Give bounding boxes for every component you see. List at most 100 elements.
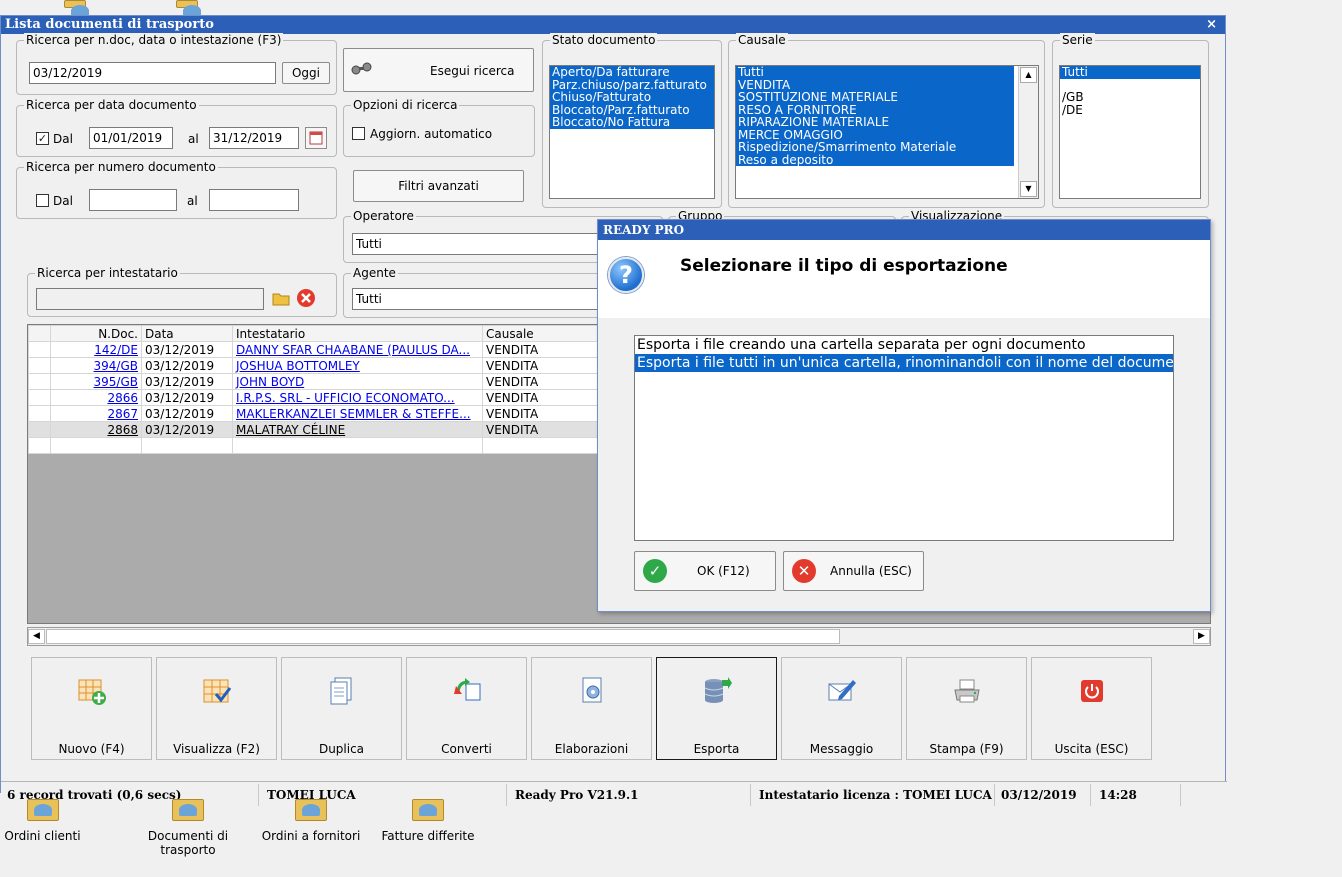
- intestatario-link[interactable]: JOSHUA BOTTOMLEY: [236, 359, 360, 373]
- col-header-data[interactable]: Data: [141, 325, 233, 342]
- row-selector[interactable]: [28, 357, 51, 374]
- number-enable-checkbox[interactable]: [36, 194, 49, 207]
- calendar-icon[interactable]: [305, 127, 327, 149]
- export-options-list-inner[interactable]: Esporta i file creando una cartella sepa…: [634, 335, 1174, 541]
- list-item[interactable]: SOSTITUZIONE MATERIALE: [736, 91, 1014, 104]
- duplicate-button-label: Duplica: [318, 742, 365, 756]
- date-to-input[interactable]: [209, 127, 299, 149]
- ndoc-link[interactable]: 2868: [107, 423, 138, 437]
- date-search-legend: Ricerca per data documento: [24, 98, 199, 112]
- ok-button[interactable]: ✓ OK (F12): [634, 551, 776, 591]
- message-pen-icon: [827, 676, 857, 706]
- holder-search-input[interactable]: [36, 288, 264, 310]
- duplicate-button[interactable]: Duplica: [281, 657, 402, 760]
- scroll-down-icon[interactable]: ▼: [1020, 181, 1037, 197]
- row-selector[interactable]: [28, 421, 51, 438]
- number-to-input[interactable]: [209, 189, 299, 211]
- table-row[interactable]: 394/GB 03/12/2019 JOSHUA BOTTOMLEY VENDI…: [28, 357, 605, 374]
- processing-button[interactable]: Elaborazioni: [531, 657, 652, 760]
- table-row[interactable]: 142/DE 03/12/2019 DANNY SFAR CHAABANE (P…: [28, 341, 605, 358]
- col-header-ndoc[interactable]: N.Doc.: [50, 325, 142, 342]
- horizontal-scrollbar[interactable]: ◀ ▶: [27, 627, 1211, 646]
- ndoc-link[interactable]: 2867: [107, 407, 138, 421]
- processing-button-label: Elaborazioni: [554, 742, 629, 756]
- list-item[interactable]: /DE: [1060, 103, 1200, 117]
- exit-button[interactable]: Uscita (ESC): [1031, 657, 1152, 760]
- list-item[interactable]: /GB: [1060, 91, 1200, 104]
- list-item[interactable]: Chiuso/Fatturato: [550, 91, 714, 104]
- date-from-input[interactable]: [89, 127, 173, 149]
- run-search-label: Esegui ricerca: [430, 64, 515, 78]
- desktop-icon-transport-docs[interactable]: Documenti di trasporto: [140, 799, 236, 857]
- list-item[interactable]: Aperto/Da fatturare: [550, 66, 714, 79]
- table-row[interactable]: 2868 03/12/2019 MALATRAY CÉLINE VENDITA: [28, 421, 605, 438]
- number-from-input[interactable]: [89, 189, 177, 211]
- scroll-left-icon[interactable]: ◀: [28, 629, 45, 644]
- table-row[interactable]: 395/GB 03/12/2019 JOHN BOYD VENDITA: [28, 373, 605, 390]
- list-item[interactable]: Tutti: [1060, 66, 1200, 79]
- new-button[interactable]: Nuovo (F4): [31, 657, 152, 760]
- document-gear-icon: [577, 676, 607, 706]
- date-enable-checkbox[interactable]: ✓: [36, 132, 49, 145]
- list-item[interactable]: RIPARAZIONE MATERIALE: [736, 116, 1014, 129]
- desktop-icon-label: Documenti di trasporto: [147, 829, 229, 857]
- list-item[interactable]: Reso a deposito: [736, 153, 1014, 166]
- causale-scrollbar[interactable]: ▲ ▼: [1018, 66, 1038, 198]
- export-button[interactable]: Esporta: [656, 657, 777, 760]
- status-doc-list[interactable]: Aperto/Da fatturare Parz.chiuso/parz.fat…: [549, 65, 715, 199]
- table-row[interactable]: 2867 03/12/2019 MAKLERKANZLEI SEMMLER & …: [28, 405, 605, 422]
- auto-update-checkbox[interactable]: [352, 127, 365, 140]
- scroll-right-icon[interactable]: ▶: [1193, 629, 1210, 644]
- desktop-icon-deferred-invoices[interactable]: Fatture differite: [370, 799, 486, 843]
- table-row[interactable]: 2866 03/12/2019 I.R.P.S. SRL - UFFICIO E…: [28, 389, 605, 406]
- dialog-header: ? Selezionare il tipo di esportazione: [598, 240, 1210, 318]
- convert-button[interactable]: Converti: [406, 657, 527, 760]
- message-button[interactable]: Messaggio: [781, 657, 902, 760]
- row-selector[interactable]: [28, 389, 51, 406]
- print-button[interactable]: Stampa (F9): [906, 657, 1027, 760]
- col-header-causale[interactable]: Causale: [482, 325, 605, 342]
- table-header-row: N.Doc. Data Intestatario Causale: [28, 325, 605, 342]
- close-icon[interactable]: ×: [1206, 16, 1217, 34]
- intestatario-link[interactable]: I.R.P.S. SRL - UFFICIO ECONOMATO...: [236, 391, 455, 405]
- ok-button-label: OK (F12): [697, 564, 750, 578]
- clear-icon[interactable]: [295, 287, 317, 309]
- list-item[interactable]: Bloccato/No Fattura: [550, 116, 714, 129]
- intestatario-link[interactable]: DANNY SFAR CHAABANE (PAULUS DA...: [236, 343, 470, 357]
- desktop-icon-label: Ordini clienti: [4, 829, 81, 843]
- advanced-filters-button[interactable]: Filtri avanzati: [353, 170, 524, 202]
- list-item[interactable]: Rispedizione/Smarrimento Materiale: [736, 141, 1014, 154]
- col-header-intestatario[interactable]: Intestatario: [232, 325, 483, 342]
- cancel-button[interactable]: ✕ Annulla (ESC): [783, 551, 924, 591]
- ndoc-link[interactable]: 142/DE: [94, 343, 138, 357]
- intestatario-link[interactable]: MALATRAY CÉLINE: [236, 423, 345, 437]
- cancel-button-label: Annulla (ESC): [830, 564, 912, 578]
- scroll-up-icon[interactable]: ▲: [1020, 67, 1037, 83]
- ndoc-link[interactable]: 2866: [107, 391, 138, 405]
- row-selector[interactable]: [28, 341, 51, 358]
- search-doc-input[interactable]: [29, 62, 276, 84]
- view-button[interactable]: Visualizza (F2): [156, 657, 277, 760]
- intestatario-link[interactable]: JOHN BOYD: [236, 375, 304, 389]
- ndoc-link[interactable]: 394/GB: [94, 359, 138, 373]
- desktop-icon-customer-orders[interactable]: Ordini clienti: [0, 799, 85, 843]
- dialog-message: Selezionare il tipo di esportazione: [680, 256, 1008, 276]
- causale-list[interactable]: Tutti VENDITA SOSTITUZIONE MATERIALE RES…: [735, 65, 1039, 199]
- list-item[interactable]: Tutti: [736, 66, 1014, 79]
- table-row[interactable]: [28, 437, 605, 454]
- row-selector[interactable]: [28, 373, 51, 390]
- agente-legend: Agente: [351, 266, 398, 280]
- serie-list[interactable]: Tutti /GB /DE: [1059, 65, 1201, 199]
- today-button[interactable]: Oggi: [282, 62, 330, 84]
- ndoc-link[interactable]: 395/GB: [94, 375, 138, 389]
- row-selector[interactable]: [28, 405, 51, 422]
- export-option-separate-folders[interactable]: Esporta i file creando una cartella sepa…: [635, 336, 1173, 354]
- desktop-folder-icon[interactable]: [64, 0, 89, 17]
- folder-open-icon[interactable]: [271, 288, 291, 308]
- desktop-folder-icon[interactable]: [176, 0, 201, 17]
- run-search-button[interactable]: Esegui ricerca: [343, 48, 534, 92]
- desktop-icon-supplier-orders[interactable]: Ordini a fornitori: [256, 799, 366, 843]
- export-option-single-folder[interactable]: Esporta i file tutti in un'unica cartell…: [635, 354, 1173, 372]
- intestatario-link[interactable]: MAKLERKANZLEI SEMMLER & STEFFE...: [236, 407, 471, 421]
- scrollbar-thumb[interactable]: [46, 629, 840, 644]
